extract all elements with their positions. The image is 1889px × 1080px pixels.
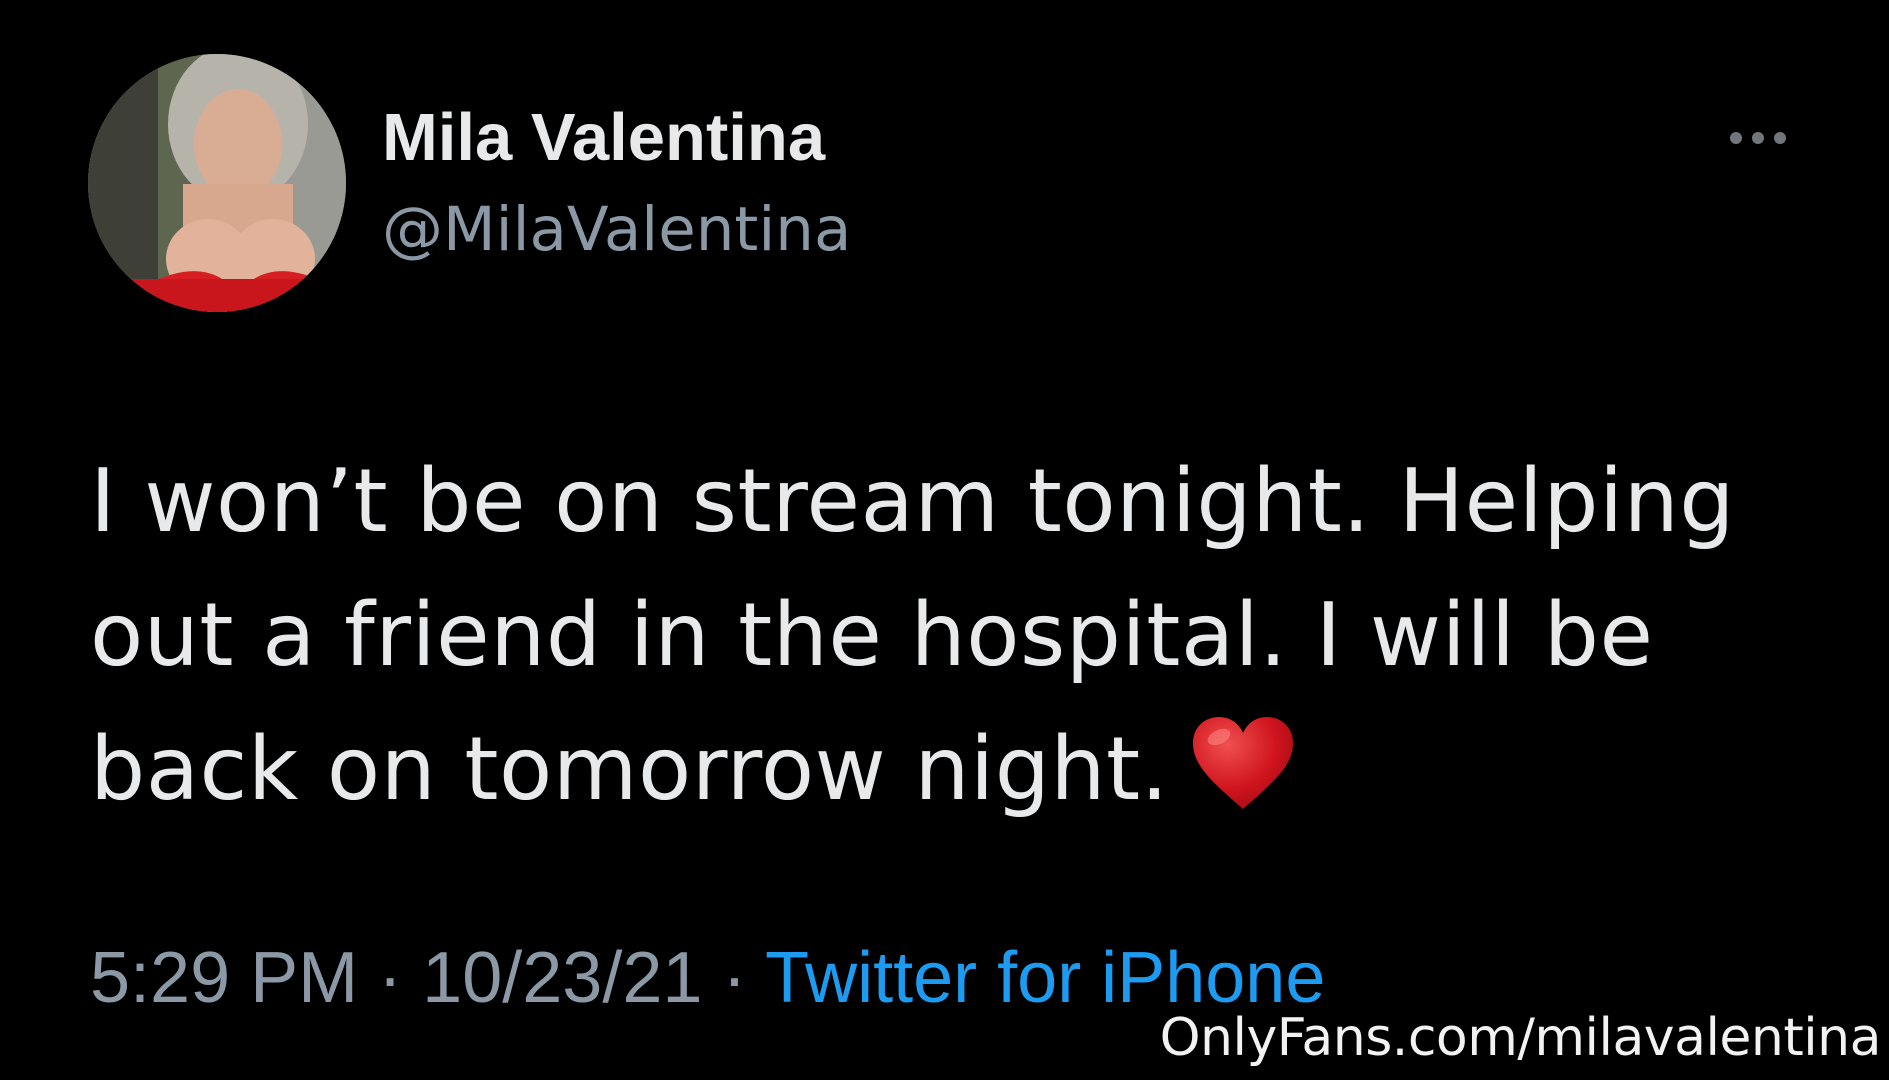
tweet-text-line: back on tomorrow night. bbox=[90, 702, 1790, 836]
tweet-date: 10/23/21 bbox=[422, 938, 703, 1018]
more-options-button[interactable] bbox=[1724, 118, 1794, 158]
tweet-text-line-content: back on tomorrow night. bbox=[90, 718, 1169, 820]
avatar-photo bbox=[88, 54, 346, 312]
more-horizontal-icon bbox=[1730, 132, 1786, 144]
tweet-metadata: 5:29 PM · 10/23/21 · Twitter for iPhone bbox=[90, 938, 1325, 1018]
tweet-time: 5:29 PM bbox=[90, 938, 359, 1018]
tweet-text-line: I won’t be on stream tonight. Helping bbox=[90, 450, 1736, 552]
display-name[interactable]: Mila Valentina bbox=[382, 100, 825, 176]
separator-dot: · bbox=[722, 938, 747, 1018]
avatar[interactable] bbox=[88, 54, 346, 312]
tweet-text: I won’t be on stream tonight. Helping ou… bbox=[90, 434, 1790, 836]
separator-dot: · bbox=[378, 938, 403, 1018]
tweet-card: Mila Valentina @MilaValentina I won’t be… bbox=[0, 0, 1889, 1080]
tweet-text-line: out a friend in the hospital. I will be bbox=[90, 584, 1654, 686]
watermark: OnlyFans.com/milavalentina bbox=[1159, 1008, 1882, 1068]
user-handle[interactable]: @MilaValentina bbox=[382, 194, 851, 266]
heart-icon bbox=[1191, 714, 1295, 810]
